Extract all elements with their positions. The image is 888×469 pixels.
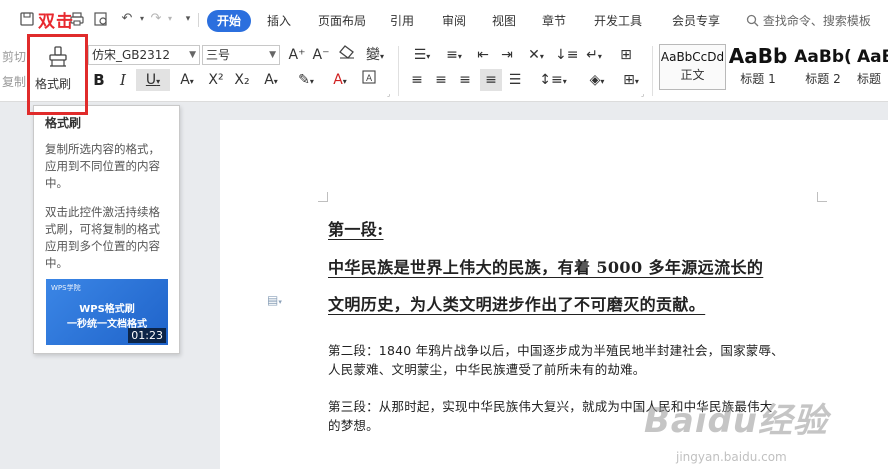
cut-button[interactable]: 剪切 (2, 48, 26, 65)
video-title: WPS格式刷 (79, 304, 135, 315)
tab-references[interactable]: 引用 (390, 10, 414, 32)
line-spacing-icon[interactable]: ↕≡▾ (538, 69, 568, 91)
show-marks-icon[interactable]: ↵▾ (580, 44, 608, 66)
chinese-layout-icon[interactable]: ✕▾ (522, 44, 550, 66)
divider (652, 46, 653, 96)
menu-bar: ↶ ▾ ↷ ▾ ▾ 双击 开始 插入 页面布局 引用 审阅 视图 章节 开发工具… (0, 0, 888, 40)
highlight-icon[interactable]: ✎▾ (292, 69, 320, 91)
tab-page-layout[interactable]: 页面布局 (318, 10, 366, 32)
video-duration: 01:23 (128, 328, 166, 343)
align-center-icon[interactable]: ≡ (432, 69, 450, 91)
justify-icon[interactable]: ≡ (480, 69, 502, 91)
paragraph-handle-icon[interactable]: ▤▾ (267, 293, 282, 307)
align-left-icon[interactable]: ≡ (408, 69, 426, 91)
command-search[interactable]: 查找命令、搜索模板 (746, 10, 871, 32)
tab-home[interactable]: 开始 (207, 10, 252, 32)
style-normal[interactable]: AaBbCcDd 正文 (659, 44, 726, 90)
baidu-watermark-logo: Baidu经验 (644, 401, 829, 441)
margin-corner (817, 192, 827, 202)
tutorial-video-thumbnail[interactable]: WPS学院 WPS格式刷 一秒统一文档格式 01:23 (46, 279, 168, 345)
subscript-icon[interactable]: X₂ (232, 69, 252, 91)
style-preview: AaBb( (794, 47, 852, 67)
style-preview: AaB (857, 47, 888, 67)
style-name: 标题 2 (805, 72, 841, 86)
style-preview: AaBb (728, 44, 788, 68)
text-effect-icon[interactable]: A▾ (174, 69, 200, 91)
baidu-watermark-url: jingyan.baidu.com (676, 450, 787, 464)
paragraph-2-line[interactable]: 第二段：1840 年鸦片战争以后，中国逐步成为半殖民地半封建社会，国家蒙辱、 (328, 340, 784, 359)
tooltip-description: 复制所选内容的格式，应用到不同位置的内容中。 (45, 142, 160, 190)
margin-corner (318, 192, 328, 202)
shrink-font-icon[interactable]: A⁻ (312, 44, 330, 66)
char-shading-icon[interactable]: A▾ (258, 69, 284, 91)
tab-stops-icon[interactable]: ⊞ (614, 44, 638, 66)
bullet-list-icon[interactable]: ☰▾ (408, 44, 436, 66)
font-name-select[interactable]: 仿宋_GB2312 ▼ (88, 45, 200, 65)
search-icon (746, 14, 763, 28)
more-quickaccess-icon[interactable]: ▾ (180, 11, 196, 27)
video-brand: WPS学院 (51, 284, 81, 292)
paragraph-1-line[interactable]: 中华民族是世界上伟大的民族，有着 5000 多年源远流长的 (328, 254, 763, 278)
numbered-list-icon[interactable]: ≡▾ (440, 44, 468, 66)
format-painter-tooltip: 格式刷 复制所选内容的格式，应用到不同位置的内容中。 双击此控件激活持续格式刷，… (33, 105, 180, 354)
font-dialog-launcher-icon[interactable]: ⌟ (387, 90, 390, 98)
tooltip-description: 双击此控件激活持续格式刷，可将复制的格式应用到多个位置的内容中。 (45, 205, 160, 270)
save-icon[interactable] (19, 11, 35, 27)
print-preview-icon[interactable] (93, 11, 109, 27)
copy-button[interactable]: 复制 (2, 73, 26, 90)
undo-icon[interactable]: ↶ (119, 11, 135, 27)
tab-view[interactable]: 视图 (492, 10, 516, 32)
paragraph-3-line[interactable]: 的梦想。 (328, 415, 379, 434)
font-size-value: 三号 (206, 48, 231, 62)
decrease-indent-icon[interactable]: ⇤ (474, 44, 492, 66)
style-name: 标题 (857, 72, 882, 86)
paragraph-1-line[interactable]: 文明历史，为人类文明进步作出了不可磨灭的贡献。 (328, 291, 705, 315)
redo-dropdown-icon[interactable]: ▾ (162, 11, 178, 27)
paragraph-2-line[interactable]: 人民蒙难、文明蒙尘，中华民族遭受了前所未有的劫难。 (328, 359, 646, 378)
char-border-icon[interactable]: A (360, 69, 378, 91)
style-heading-3[interactable]: AaB 标题 (857, 44, 888, 90)
tab-member[interactable]: 会员专享 (672, 10, 720, 32)
style-heading-1[interactable]: AaBb 标题 1 (727, 44, 789, 90)
phonetic-guide-icon[interactable]: 變▾ (362, 44, 388, 66)
chevron-down-icon: ▼ (189, 50, 196, 60)
tab-insert[interactable]: 插入 (267, 10, 291, 32)
style-heading-2[interactable]: AaBb( 标题 2 (793, 44, 853, 90)
double-click-annotation: 双击 (38, 12, 74, 32)
tooltip-title: 格式刷 (45, 116, 82, 130)
chevron-down-icon: ▼ (269, 50, 276, 60)
clear-format-icon[interactable] (337, 44, 357, 66)
borders-icon[interactable]: ⊞▾ (616, 69, 646, 91)
style-name: 标题 1 (740, 72, 776, 86)
format-painter-highlight (27, 34, 88, 115)
font-size-select[interactable]: 三号 ▼ (202, 45, 280, 65)
tab-chapter[interactable]: 章节 (542, 10, 566, 32)
bold-icon[interactable]: B (90, 69, 108, 91)
tab-developer[interactable]: 开发工具 (594, 10, 642, 32)
search-placeholder: 查找命令、搜索模板 (762, 14, 871, 28)
style-name: 正文 (680, 68, 705, 82)
shading-icon[interactable]: ◈▾ (582, 69, 612, 91)
underline-icon[interactable]: U▾ (136, 69, 170, 91)
distribute-icon[interactable]: ☰ (506, 69, 524, 91)
grow-font-icon[interactable]: A⁺ (288, 44, 306, 66)
align-right-icon[interactable]: ≡ (456, 69, 474, 91)
svg-text:A: A (366, 74, 373, 84)
sort-icon[interactable]: ↓≡ (555, 44, 578, 66)
font-color-icon[interactable]: A▾ (326, 69, 354, 91)
increase-indent-icon[interactable]: ⇥ (498, 44, 516, 66)
paragraph-1-heading[interactable]: 第一段: (328, 216, 384, 240)
divider (198, 13, 199, 27)
paragraph-dialog-launcher-icon[interactable]: ⌟ (641, 90, 644, 98)
tab-review[interactable]: 审阅 (442, 10, 466, 32)
italic-icon[interactable]: I (114, 69, 132, 91)
font-name-value: 仿宋_GB2312 (92, 48, 171, 62)
style-preview: AaBbCcDd (660, 50, 725, 64)
superscript-icon[interactable]: X² (206, 69, 226, 91)
divider (398, 46, 399, 96)
